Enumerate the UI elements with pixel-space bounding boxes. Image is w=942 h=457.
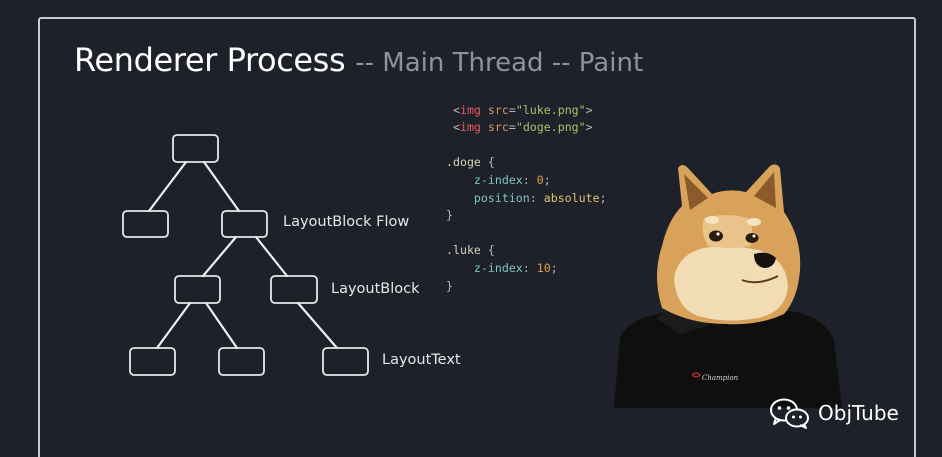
label-layout-block: LayoutBlock [331, 281, 420, 297]
shirt-logo: Champion [702, 374, 739, 382]
tree-node [129, 347, 176, 376]
watermark: ObjTube [768, 396, 899, 430]
tree-edge [296, 301, 339, 350]
tree-node [218, 347, 265, 376]
tree-edge [147, 160, 188, 213]
code-line-doge-selector: .doge { [446, 155, 495, 170]
tree-edge [202, 160, 241, 213]
tree-node-layout-block-flow [221, 210, 268, 238]
tree-node-layout-block [270, 275, 318, 304]
doge-in-shirt-icon: Champion [614, 164, 842, 408]
tree-edge [204, 301, 239, 350]
wechat-icon [770, 398, 809, 429]
code-line-doge-position: position: absolute; [473, 190, 607, 205]
tree-node-layout-text [322, 347, 369, 376]
code-line-luke-selector: .luke { [446, 243, 495, 258]
watermark-label: ObjTube [818, 401, 899, 425]
tree-node [174, 275, 221, 304]
code-line-luke-zindex: z-index: 10; [473, 260, 558, 275]
slide: Renderer Process -- Main Thread -- Paint … [0, 0, 942, 457]
code-line-img-doge: <img src="doge.png"> [446, 120, 593, 135]
tree-edge [254, 235, 289, 278]
code-line-img-luke: <img src="luke.png"> [446, 102, 593, 117]
tree-edge [155, 301, 192, 350]
label-layout-block-flow: LayoutBlock Flow [283, 214, 410, 230]
tree-node-root [172, 134, 219, 163]
tree-node [122, 210, 169, 238]
code-line-doge-zindex: z-index: 0; [473, 172, 551, 187]
tree-edge [201, 235, 238, 278]
label-layout-text: LayoutText [382, 352, 461, 368]
code-snippet: <img src="luke.png"> <img src="doge.png"… [446, 102, 607, 293]
